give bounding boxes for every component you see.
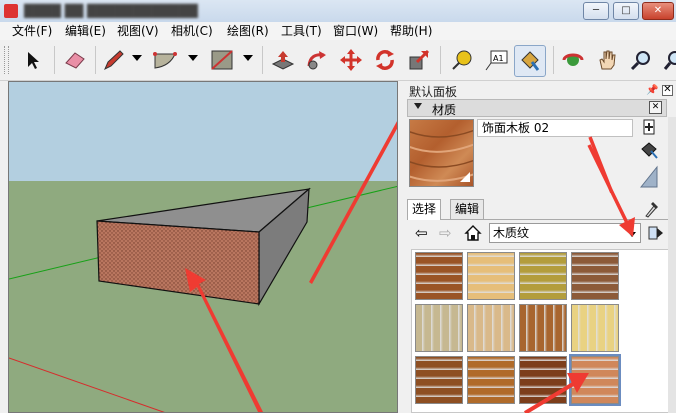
materials-tray-header[interactable]: 材质 ✕ — [407, 99, 667, 117]
material-swatch[interactable] — [519, 252, 567, 300]
scale-icon — [409, 49, 430, 70]
menu-draw[interactable]: 绘图(R) — [227, 24, 269, 38]
menu-tools[interactable]: 工具(T) — [281, 24, 322, 38]
wood-grain-texture — [410, 129, 473, 182]
menu-bar: 文件(F) 编辑(E) 视图(V) 相机(C) 绘图(R) 工具(T) 窗口(W… — [0, 22, 676, 40]
material-preview-swatch[interactable] — [409, 119, 474, 187]
panel-close-icon[interactable]: ✕ — [662, 85, 673, 96]
zoom-extents-icon — [663, 51, 676, 70]
main-toolbar: A1 — [0, 40, 676, 81]
pencil-dropdown-arrow[interactable] — [132, 55, 142, 61]
default-tray-panel: 默认面板 📌 ✕ 材质 ✕ 选择 编辑 ⇦ ⇨ 木质纹 — [403, 81, 676, 413]
toolbar-grip[interactable] — [4, 46, 9, 74]
paint-bucket-icon — [521, 51, 540, 71]
tab-select[interactable]: 选择 — [407, 199, 442, 220]
menu-camera[interactable]: 相机(C) — [171, 24, 213, 38]
tray-close-icon[interactable]: ✕ — [649, 101, 662, 114]
menu-window[interactable]: 窗口(W) — [333, 24, 378, 38]
details-arrow-icon[interactable] — [648, 224, 664, 242]
material-swatch[interactable] — [571, 252, 619, 300]
paint-bucket-tool[interactable] — [514, 45, 546, 77]
tape-measure-icon — [452, 50, 472, 70]
app-icon — [4, 4, 18, 18]
3d-viewport[interactable] — [8, 81, 398, 413]
tape-measure-tool[interactable] — [447, 45, 477, 75]
home-icon[interactable] — [464, 224, 482, 242]
eraser-tool[interactable] — [60, 45, 90, 75]
pin-icon[interactable]: 📌 — [646, 85, 658, 96]
toolbar-separator — [440, 46, 441, 74]
collapse-triangle-icon[interactable] — [414, 103, 422, 109]
move-icon — [340, 49, 362, 71]
toolbar-separator — [54, 46, 55, 74]
maximize-button[interactable]: □ — [613, 2, 639, 20]
orbit-icon — [562, 53, 584, 66]
push-pull-tool[interactable] — [268, 45, 298, 75]
text-tool[interactable]: A1 — [481, 45, 511, 75]
magnifier-icon — [630, 51, 650, 71]
pencil-tool[interactable] — [98, 45, 128, 75]
menu-view[interactable]: 视图(V) — [117, 24, 159, 38]
rotate-icon — [376, 50, 394, 70]
materials-tray-label: 材质 — [432, 103, 457, 117]
menu-help[interactable]: 帮助(H) — [390, 24, 432, 38]
arc-icon — [153, 52, 177, 69]
material-swatch[interactable] — [467, 356, 515, 404]
zoom-extents-tool[interactable] — [658, 45, 676, 75]
zoom-tool[interactable] — [626, 45, 656, 75]
follow-me-icon — [307, 51, 326, 70]
red-arrow-to-swatch — [523, 373, 589, 413]
move-tool[interactable] — [336, 45, 366, 75]
pencil-icon — [104, 50, 124, 71]
material-swatch[interactable] — [415, 356, 463, 404]
material-swatch[interactable] — [415, 252, 463, 300]
toolbar-separator — [262, 46, 263, 74]
menu-file[interactable]: 文件(F) — [12, 24, 52, 38]
rectangle-dropdown-arrow[interactable] — [243, 55, 253, 61]
scale-tool[interactable] — [404, 45, 434, 75]
toolbar-separator — [95, 46, 96, 74]
svg-text:A1: A1 — [493, 54, 504, 63]
push-pull-icon — [271, 51, 295, 70]
close-button[interactable]: ✕ — [642, 2, 674, 20]
model-scene — [9, 82, 397, 412]
orbit-tool[interactable] — [558, 45, 588, 75]
material-swatch[interactable] — [519, 304, 567, 352]
back-icon[interactable]: ⇦ — [415, 224, 428, 242]
tab-edit[interactable]: 编辑 — [450, 199, 485, 219]
select-tool[interactable] — [18, 45, 48, 75]
cursor-arrow-icon — [28, 52, 39, 69]
follow-me-tool[interactable] — [302, 45, 332, 75]
hand-icon — [599, 50, 616, 70]
rectangle-icon — [211, 50, 233, 70]
toolbar-separator — [553, 46, 554, 74]
material-swatch[interactable] — [415, 304, 463, 352]
red-arrow-to-dropdown-shaft — [587, 144, 635, 237]
panel-title: 默认面板 — [409, 85, 458, 99]
arc-dropdown-arrow[interactable] — [188, 55, 198, 61]
rectangle-tool[interactable] — [207, 45, 237, 75]
sky — [9, 82, 397, 181]
minimize-button[interactable]: ─ — [583, 2, 609, 20]
arc-tool[interactable] — [150, 45, 180, 75]
material-swatch[interactable] — [467, 252, 515, 300]
library-select-value: 木质纹 — [493, 226, 530, 240]
menu-edit[interactable]: 编辑(E) — [65, 24, 106, 38]
eraser-icon — [65, 52, 85, 69]
material-swatch[interactable] — [571, 304, 619, 352]
panel-scrollbar[interactable] — [668, 117, 676, 413]
window-title: ████ ██ ████████████ — [24, 4, 198, 18]
text-label-icon: A1 — [485, 50, 508, 71]
title-bar: ████ ██ ████████████ ─ □ ✕ — [0, 0, 676, 22]
pan-tool[interactable] — [592, 45, 622, 75]
forward-icon[interactable]: ⇨ — [439, 224, 452, 242]
rotate-tool[interactable] — [370, 45, 400, 75]
material-swatch[interactable] — [467, 304, 515, 352]
